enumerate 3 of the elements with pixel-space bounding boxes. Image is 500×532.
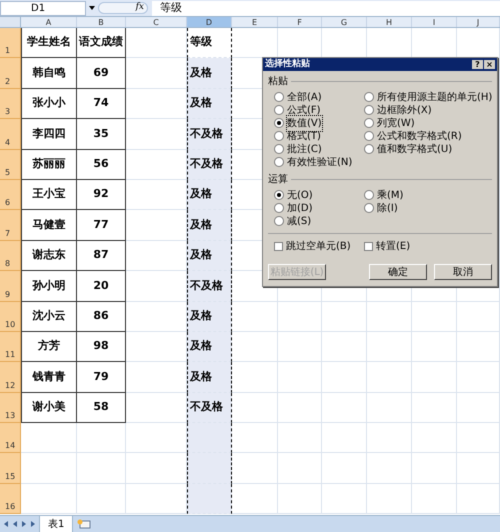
section-label: 运算 xyxy=(268,172,288,187)
dialog-title: 选择性粘贴 xyxy=(265,58,311,71)
section-label: 粘贴 xyxy=(268,74,288,89)
